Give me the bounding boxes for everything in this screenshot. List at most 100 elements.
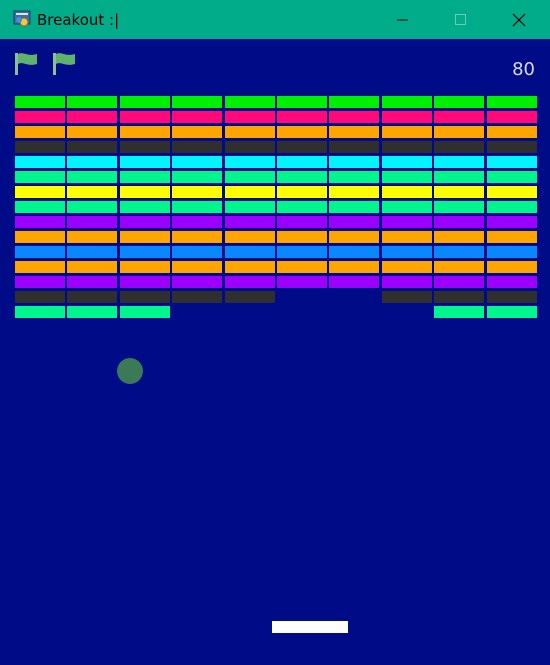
brick xyxy=(223,125,276,139)
brick xyxy=(223,260,276,274)
brick xyxy=(276,200,328,214)
brick xyxy=(14,215,66,229)
brick xyxy=(171,275,224,289)
brick xyxy=(485,305,538,319)
brick xyxy=(485,290,538,304)
brick xyxy=(485,200,538,214)
brick xyxy=(433,155,486,169)
brick xyxy=(433,170,486,184)
brick xyxy=(223,200,276,214)
brick xyxy=(171,245,224,259)
minimize-icon xyxy=(397,19,408,20)
flag-icon xyxy=(53,53,75,75)
brick xyxy=(276,125,328,139)
brick xyxy=(433,140,486,154)
brick xyxy=(276,140,328,154)
brick xyxy=(485,170,538,184)
brick xyxy=(223,275,276,289)
brick xyxy=(433,245,486,259)
brick xyxy=(223,110,276,124)
brick xyxy=(276,95,328,109)
brick xyxy=(223,140,276,154)
brick xyxy=(433,275,486,289)
brick xyxy=(328,110,381,124)
brick xyxy=(328,95,381,109)
brick xyxy=(328,170,381,184)
brick xyxy=(14,110,66,124)
brick xyxy=(14,275,66,289)
brick xyxy=(276,185,328,199)
brick xyxy=(118,260,171,274)
brick xyxy=(485,125,538,139)
brick xyxy=(14,290,66,304)
brick xyxy=(14,200,66,214)
brick xyxy=(118,125,171,139)
paddle[interactable] xyxy=(272,621,348,633)
brick xyxy=(66,245,119,259)
minimize-button[interactable] xyxy=(380,0,426,39)
brick xyxy=(380,260,433,274)
brick xyxy=(118,290,171,304)
brick xyxy=(380,215,433,229)
brick xyxy=(14,185,66,199)
brick xyxy=(171,95,224,109)
game-canvas[interactable]: 80 xyxy=(1,39,549,665)
brick xyxy=(433,305,486,319)
window-titlebar[interactable]: Breakout :| xyxy=(0,0,550,39)
brick xyxy=(485,275,538,289)
brick xyxy=(171,260,224,274)
brick xyxy=(433,215,486,229)
brick xyxy=(485,155,538,169)
window-title: Breakout :| xyxy=(37,11,120,29)
brick xyxy=(276,230,328,244)
brick xyxy=(485,260,538,274)
brick xyxy=(66,140,119,154)
brick xyxy=(276,215,328,229)
brick xyxy=(380,95,433,109)
brick xyxy=(118,140,171,154)
brick xyxy=(485,245,538,259)
brick xyxy=(66,305,119,319)
brick xyxy=(433,290,486,304)
brick xyxy=(171,290,224,304)
brick xyxy=(380,245,433,259)
brick xyxy=(118,95,171,109)
brick xyxy=(14,245,66,259)
brick xyxy=(276,170,328,184)
brick xyxy=(433,95,486,109)
brick xyxy=(66,125,119,139)
score-display: 80 xyxy=(512,59,535,80)
brick xyxy=(118,170,171,184)
brick xyxy=(380,140,433,154)
brick xyxy=(223,230,276,244)
brick xyxy=(380,290,433,304)
brick xyxy=(328,275,381,289)
brick xyxy=(328,260,381,274)
maximize-button[interactable] xyxy=(438,0,484,39)
brick xyxy=(66,95,119,109)
brick xyxy=(433,110,486,124)
brick xyxy=(66,200,119,214)
brick xyxy=(66,290,119,304)
brick xyxy=(118,305,171,319)
brick xyxy=(66,275,119,289)
brick xyxy=(328,200,381,214)
brick xyxy=(380,200,433,214)
brick xyxy=(276,110,328,124)
brick xyxy=(14,305,66,319)
brick xyxy=(118,275,171,289)
close-button[interactable] xyxy=(496,0,542,39)
maximize-icon xyxy=(455,13,466,25)
brick xyxy=(14,140,66,154)
brick xyxy=(328,215,381,229)
brick xyxy=(14,125,66,139)
brick xyxy=(223,155,276,169)
brick xyxy=(14,170,66,184)
brick xyxy=(66,260,119,274)
brick xyxy=(118,200,171,214)
brick xyxy=(66,155,119,169)
brick xyxy=(433,260,486,274)
brick xyxy=(223,185,276,199)
brick xyxy=(118,245,171,259)
brick xyxy=(485,185,538,199)
